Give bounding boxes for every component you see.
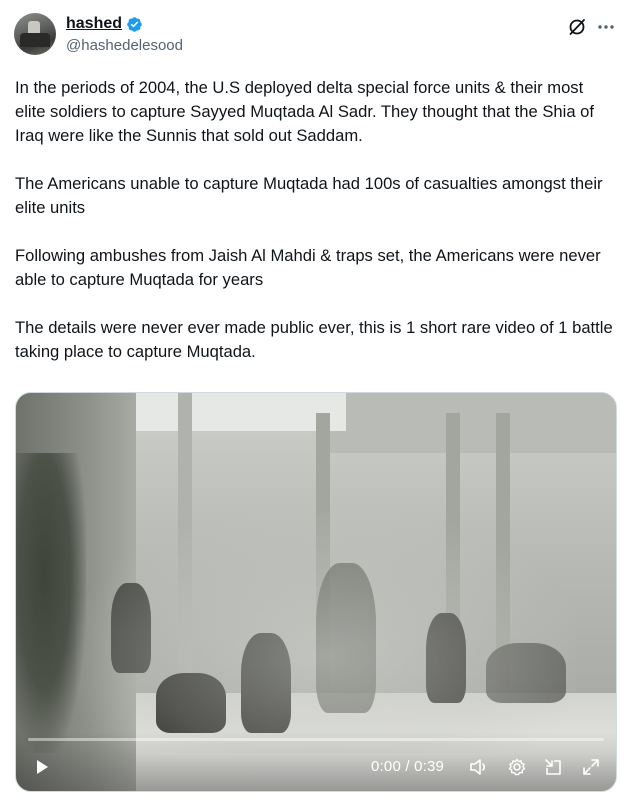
picture-in-picture-icon[interactable] <box>543 757 563 777</box>
tweet-paragraph: The Americans unable to capture Muqtada … <box>15 174 603 217</box>
volume-icon[interactable] <box>468 757 488 777</box>
tweet-paragraph: Following ambushes from Jaish Al Mahdi &… <box>15 246 601 289</box>
grok-icon[interactable] <box>567 17 587 37</box>
tweet-text: In the periods of 2004, the U.S deployed… <box>15 76 615 388</box>
tweet-paragraph: The details were never ever made public … <box>15 318 613 361</box>
more-icon[interactable] <box>596 17 616 37</box>
video-time: 0:00 / 0:39 <box>371 758 445 775</box>
tweet-paragraph: In the periods of 2004, the U.S deployed… <box>15 78 594 145</box>
display-name[interactable]: hashed <box>66 15 122 33</box>
verified-badge-icon <box>127 16 142 32</box>
settings-icon[interactable] <box>507 757 527 777</box>
video-player[interactable]: 0:00 / 0:39 <box>15 392 617 792</box>
video-progress-bar[interactable] <box>28 738 604 741</box>
user-handle[interactable]: @hashedelesood <box>66 37 183 54</box>
avatar[interactable] <box>14 13 56 55</box>
fullscreen-icon[interactable] <box>581 757 601 777</box>
play-icon[interactable] <box>32 757 52 777</box>
tweet-card: hashed @hashedelesood In the periods of … <box>0 0 627 800</box>
user-name-row: hashed <box>66 15 143 33</box>
